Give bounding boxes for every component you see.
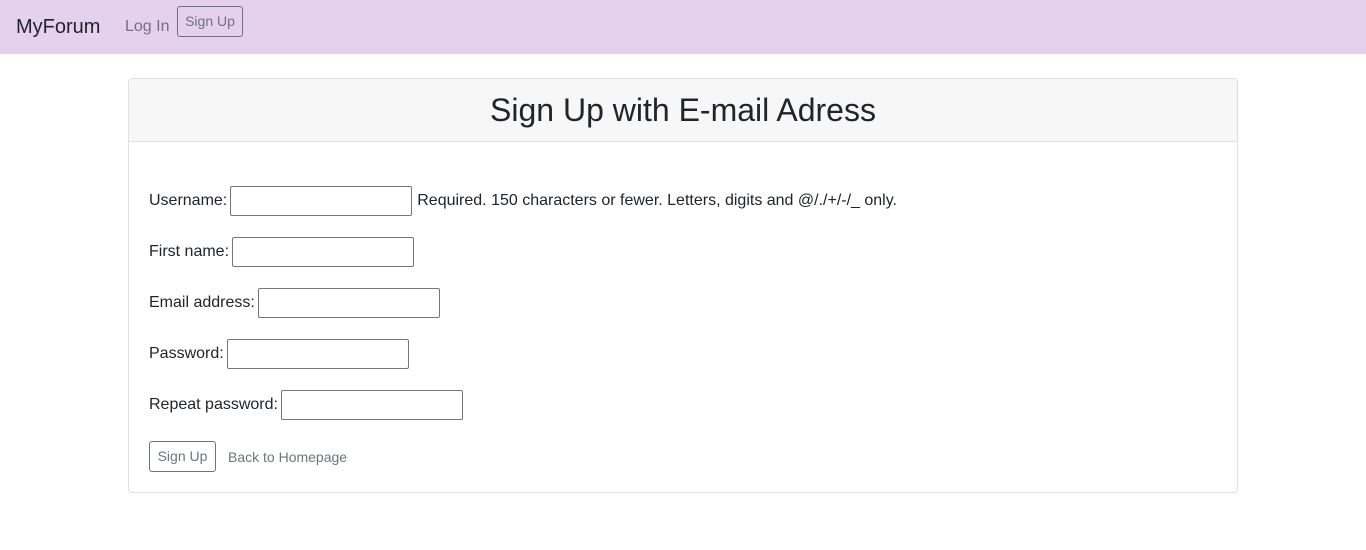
form-actions: Sign Up Back to Homepage: [149, 441, 347, 472]
login-link[interactable]: Log In: [125, 17, 169, 37]
page-title: Sign Up with E-mail Adress: [490, 92, 876, 128]
email-label: Email address:: [149, 294, 255, 311]
first-name-row: First name:: [149, 237, 415, 267]
signup-nav-button[interactable]: Sign Up: [177, 6, 243, 37]
username-input[interactable]: [230, 186, 413, 216]
signup-submit-button[interactable]: Sign Up: [149, 441, 216, 472]
brand-link[interactable]: MyForum: [16, 14, 100, 40]
signup-card: Sign Up with E-mail Adress Username: Req…: [128, 78, 1238, 493]
email-row: Email address:: [149, 288, 440, 318]
card-header: Sign Up with E-mail Adress: [129, 79, 1237, 142]
back-to-homepage-link[interactable]: Back to Homepage: [228, 449, 347, 465]
repeat-password-input[interactable]: [280, 390, 463, 420]
password-label: Password:: [149, 345, 224, 362]
repeat-password-label: Repeat password:: [149, 396, 278, 413]
username-row: Username: Required. 150 characters or fe…: [149, 186, 897, 216]
first-name-input[interactable]: [232, 237, 415, 267]
email-input[interactable]: [257, 288, 440, 318]
username-help-text: Required. 150 characters or fewer. Lette…: [417, 192, 897, 209]
first-name-label: First name:: [149, 243, 230, 260]
password-row: Password:: [149, 339, 409, 369]
password-input[interactable]: [226, 339, 409, 369]
repeat-password-row: Repeat password:: [149, 390, 463, 420]
username-label: Username:: [149, 192, 228, 209]
top-navbar: MyForum Log In Sign Up: [0, 0, 1366, 54]
